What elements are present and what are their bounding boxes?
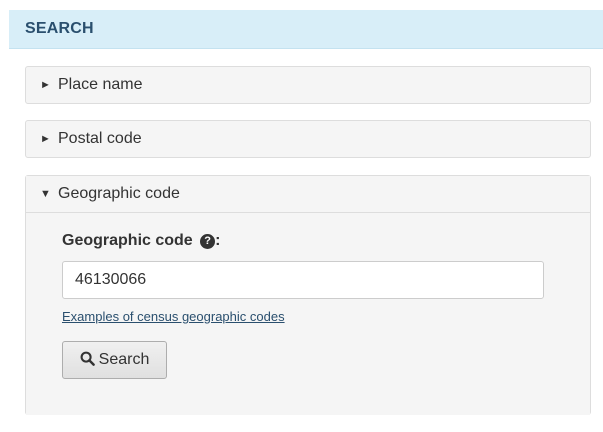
panel-postal-code-label: Postal code (58, 130, 142, 147)
panel-postal-code[interactable]: ► Postal code (25, 120, 591, 158)
panel-place-name-heading[interactable]: ► Place name (26, 67, 590, 103)
geographic-code-input[interactable] (62, 261, 544, 299)
panel-geographic-code-heading[interactable]: ▼ Geographic code (26, 176, 590, 213)
geographic-code-field-label: Geographic code ?: (62, 232, 220, 250)
panel-geographic-code: ▼ Geographic code Geographic code ?: Exam… (25, 175, 591, 415)
panel-postal-code-heading[interactable]: ► Postal code (26, 121, 590, 157)
question-circle-icon[interactable]: ? (200, 234, 216, 249)
triangle-right-icon: ► (40, 79, 51, 91)
search-header: SEARCH (9, 10, 603, 49)
geographic-code-label-text: Geographic code (62, 232, 193, 249)
search-button-label: Search (98, 351, 150, 368)
examples-link[interactable]: Examples of census geographic codes (62, 309, 285, 324)
geographic-code-form: Geographic code ?: Examples of census ge… (26, 213, 590, 415)
search-title: SEARCH (25, 20, 94, 37)
search-button[interactable]: Search (62, 341, 167, 379)
panel-place-name[interactable]: ► Place name (25, 66, 591, 104)
triangle-down-icon: ▼ (40, 188, 51, 200)
triangle-right-icon: ► (40, 133, 51, 145)
panel-place-name-label: Place name (58, 76, 143, 93)
label-colon: : (215, 232, 221, 249)
search-icon (80, 351, 95, 366)
panel-geographic-code-label: Geographic code (58, 185, 180, 202)
